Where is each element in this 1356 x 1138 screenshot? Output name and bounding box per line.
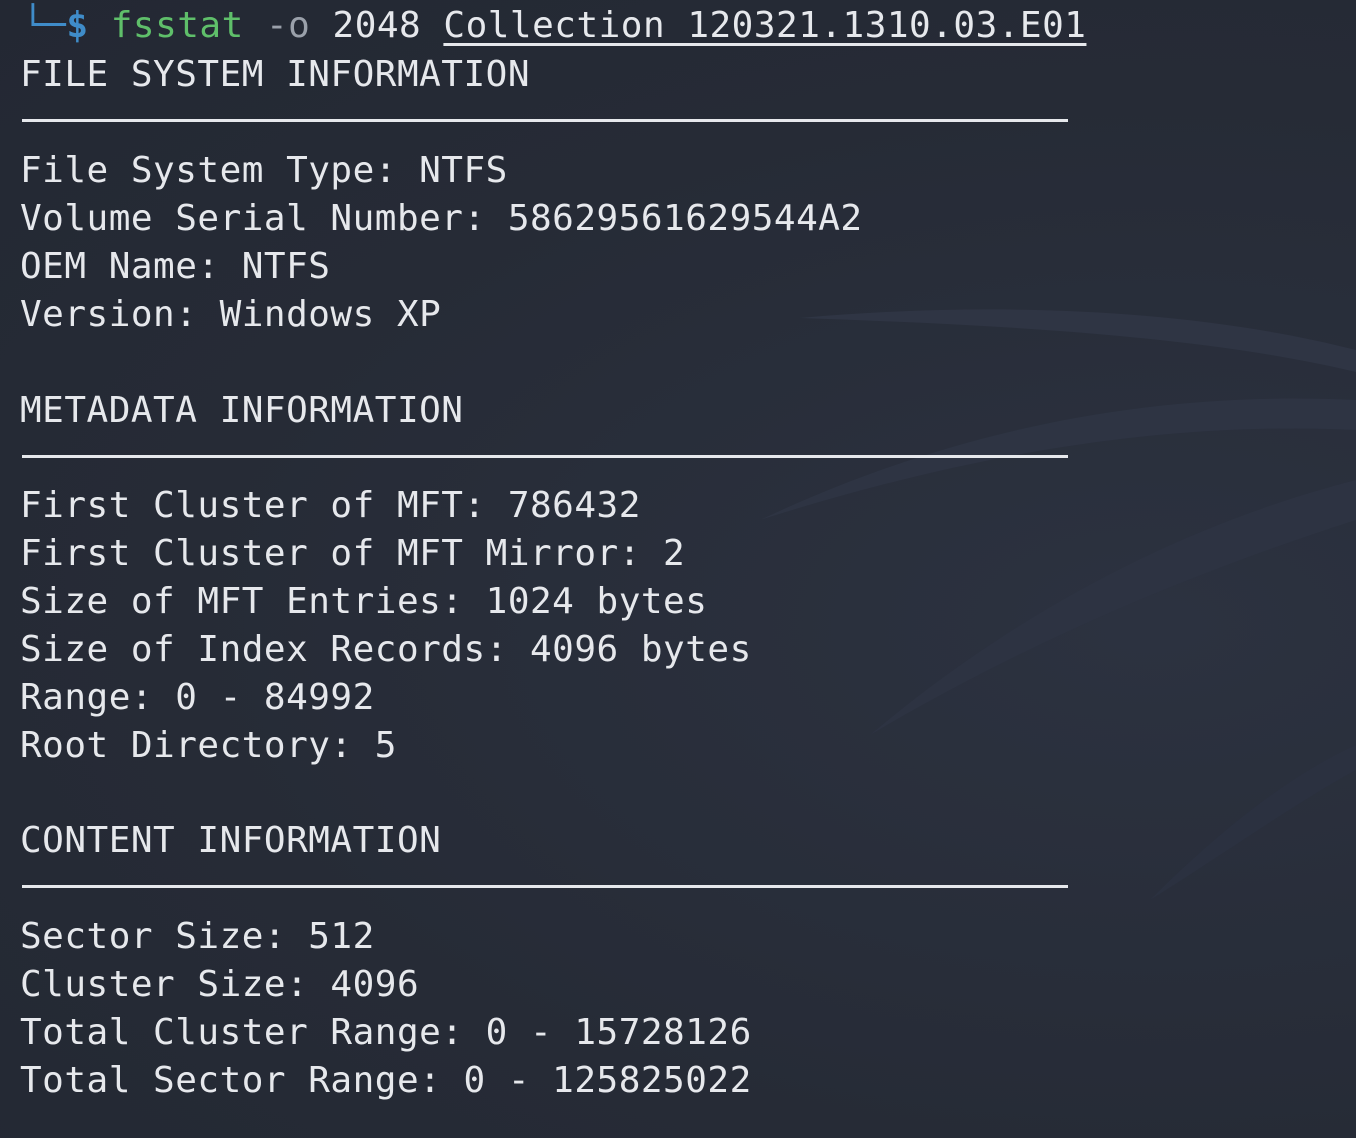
output-line: Version: Windows XP (20, 294, 442, 335)
output-line: Root Directory: 5 (20, 725, 397, 766)
output-line: Total Sector Range: 0 - 125825022 (20, 1060, 752, 1101)
section-header-file-system: FILE SYSTEM INFORMATION (20, 54, 530, 95)
output-line: OEM Name: NTFS (20, 246, 331, 287)
command-name: fsstat (110, 5, 244, 46)
output-line: Size of Index Records: 4096 bytes (20, 629, 752, 670)
prompt-corner-glyph: └─ (22, 5, 67, 46)
section-header-metadata: METADATA INFORMATION (20, 390, 464, 431)
output-line: Volume Serial Number: 58629561629544A2 (20, 198, 863, 239)
command-offset-arg: 2048 (332, 5, 422, 46)
terminal-window[interactable]: └─$ fsstat -o 2048 Collection 120321.131… (0, 0, 1356, 1138)
output-line: Sector Size: 512 (20, 916, 375, 957)
command-flag: -o (265, 5, 311, 46)
output-line: Range: 0 - 84992 (20, 677, 375, 718)
section-divider (22, 119, 1068, 122)
prompt-symbol: $ (66, 5, 89, 46)
output-line: First Cluster of MFT Mirror: 2 (20, 533, 686, 574)
image-file-path[interactable]: Collection 120321.1310.03.E01 (443, 5, 1086, 46)
output-line: Cluster Size: 4096 (20, 964, 420, 1005)
command-prompt-line: └─$ fsstat -o 2048 Collection 120321.131… (22, 2, 1086, 50)
section-header-content: CONTENT INFORMATION (20, 820, 442, 861)
output-line: First Cluster of MFT: 786432 (20, 485, 641, 526)
output-line: File System Type: NTFS (20, 150, 508, 191)
section-divider (22, 455, 1068, 458)
output-line: Size of MFT Entries: 1024 bytes (20, 581, 708, 622)
output-line: Total Cluster Range: 0 - 15728126 (20, 1012, 752, 1053)
section-divider (22, 885, 1068, 888)
